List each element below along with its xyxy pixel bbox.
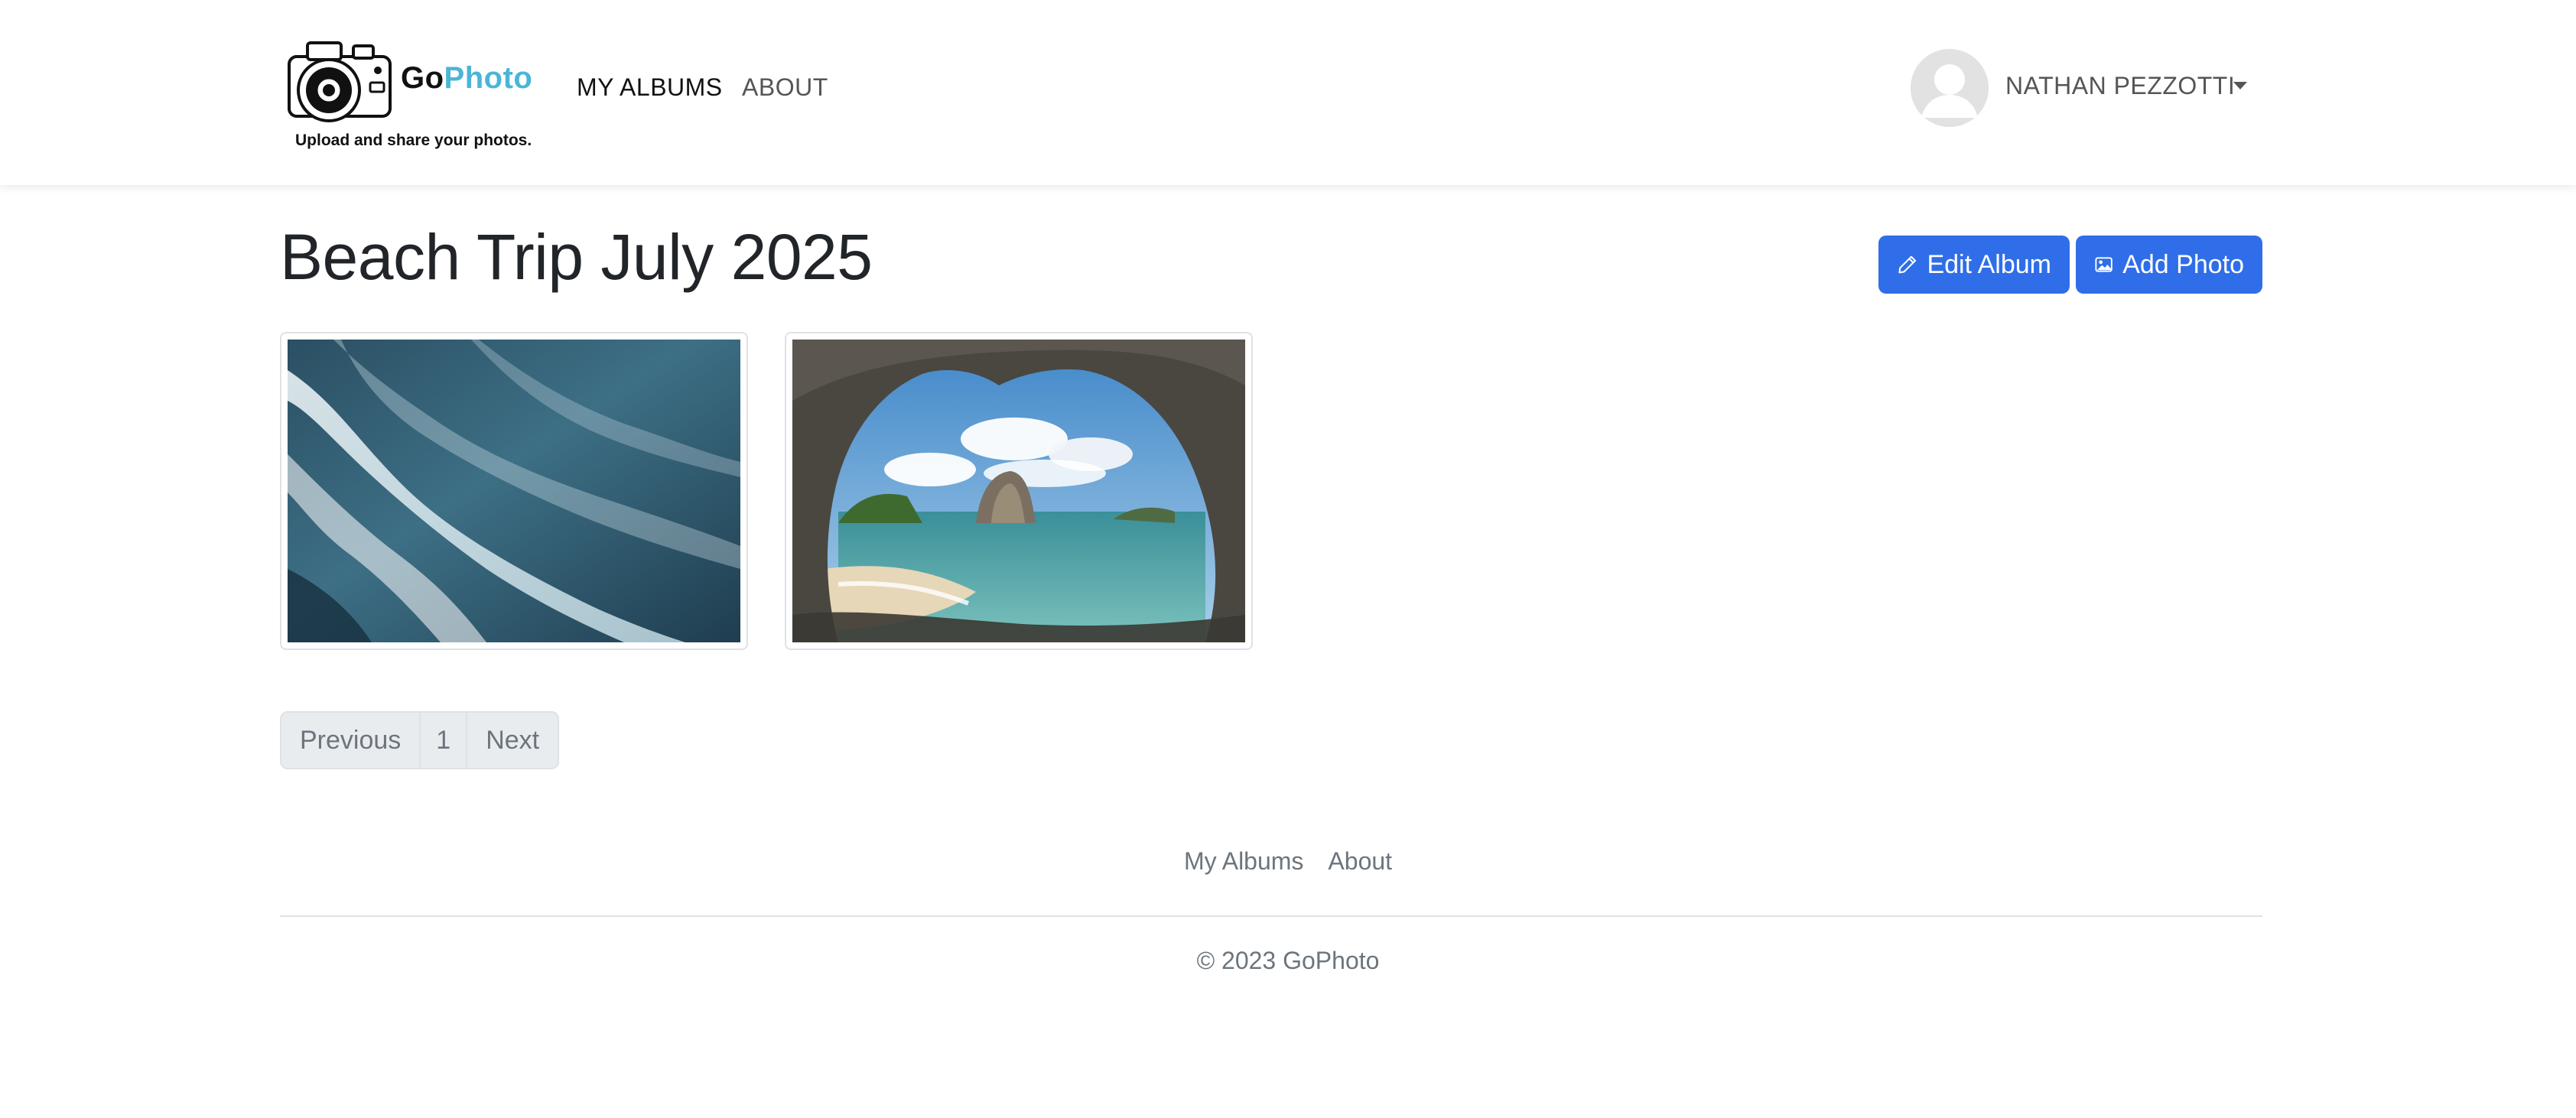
nav-about[interactable]: ABOUT [742,73,828,102]
brand-name: GoPhoto [401,61,532,96]
add-photo-label: Add Photo [2122,249,2244,279]
chevron-down-icon [2233,82,2247,89]
user-silhouette-icon [1911,49,1989,127]
pagination-next[interactable]: Next [467,713,558,768]
footer-divider [280,915,2262,917]
photo-thumbnail[interactable] [280,332,748,650]
add-photo-button[interactable]: Add Photo [2076,236,2262,294]
footer-nav: My Albums About [0,847,2576,876]
top-navbar: GoPhoto Upload and share your photos. MY… [0,0,2576,185]
brand-tagline: Upload and share your photos. [295,132,532,149]
brand-logo[interactable]: GoPhoto Upload and share your photos. [285,29,537,159]
pagination-previous[interactable]: Previous [281,713,421,768]
user-menu-dropdown[interactable]: NATHAN PEZZOTTI [1911,49,2255,128]
copyright-text: © 2023 GoPhoto [1196,947,1380,974]
ocean-waves-photo [288,340,740,642]
camera-icon [288,41,392,122]
edit-album-button[interactable]: Edit Album [1878,236,2070,294]
pagination: Previous 1 Next [280,711,560,769]
brand-name-photo: Photo [444,61,533,95]
avatar [1911,49,1989,127]
photo-thumbnail[interactable] [785,332,1253,650]
footer-link-about[interactable]: About [1328,847,1392,876]
image-icon [2095,257,2113,272]
page-title: Beach Trip July 2025 [280,221,873,293]
nav-my-albums[interactable]: MY ALBUMS [577,73,723,102]
pencil-icon [1898,255,1917,274]
footer-link-my-albums[interactable]: My Albums [1184,847,1303,876]
pagination-page-1[interactable]: 1 [421,713,468,768]
edit-album-label: Edit Album [1927,249,2051,279]
user-name: NATHAN PEZZOTTI [2005,72,2236,99]
sea-cave-beach-photo [792,340,1245,642]
brand-name-go: Go [401,61,444,95]
